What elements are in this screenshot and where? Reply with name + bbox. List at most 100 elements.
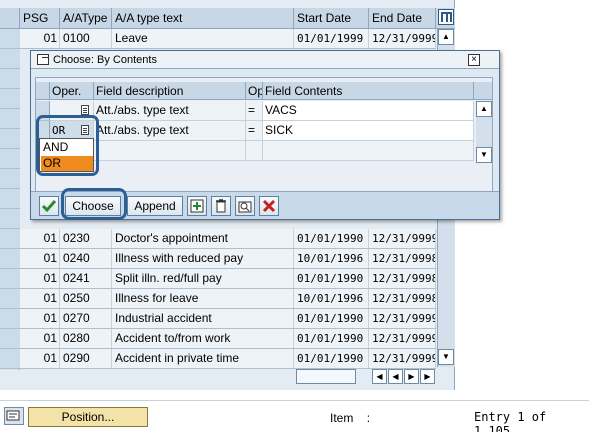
delete-icon[interactable] [211, 196, 231, 216]
scroll-right-icon[interactable]: ▶ [404, 369, 419, 384]
cell-end-date: 12/31/9999 [369, 329, 436, 348]
scroll-left-icon[interactable]: ◀ [388, 369, 403, 384]
field-contents-input[interactable]: SICK [263, 121, 474, 140]
dialog-window-icon [37, 54, 49, 65]
position-icon[interactable] [4, 407, 24, 425]
cell-psg: 01 [20, 329, 60, 348]
scroll-down-icon[interactable]: ▼ [476, 147, 492, 163]
cell-text: Accident in private time [112, 349, 294, 368]
cell-text: Illness with reduced pay [112, 249, 294, 268]
row-selector[interactable] [0, 309, 20, 329]
cell-text: Split illn. red/full pay [112, 269, 294, 288]
criteria-select-all[interactable] [36, 82, 50, 100]
highlight-choose-button [61, 188, 127, 220]
row-selector[interactable] [0, 289, 20, 309]
scroll-up-icon[interactable]: ▲ [438, 29, 454, 45]
cell-end-date: 12/31/9998 [369, 289, 436, 308]
col-header-end-date[interactable]: End Date [369, 8, 436, 29]
cell-start-date: 01/01/1990 [294, 309, 369, 328]
cell-psg: 01 [20, 289, 60, 308]
cell-type: 0100 [60, 29, 112, 48]
table-row[interactable]: 01 0241 Split illn. red/full pay 01/01/1… [20, 269, 436, 289]
cell-psg: 01 [20, 249, 60, 268]
cell-type: 0241 [60, 269, 112, 288]
cell-start-date: 01/01/1999 [294, 29, 369, 48]
table-settings-icon[interactable] [438, 9, 454, 25]
cell-psg: 01 [20, 29, 60, 48]
cell-start-date: 10/01/1996 [294, 249, 369, 268]
item-label-text: Item [330, 411, 354, 425]
cell-psg: 01 [20, 309, 60, 328]
cell-psg: 01 [20, 229, 60, 248]
table-header: PSG A/AType A/A type text Start Date End… [0, 8, 455, 29]
row-selector[interactable] [0, 269, 20, 289]
field-description-cell: Att./abs. type text [94, 101, 246, 120]
row-selector[interactable] [0, 229, 20, 249]
cell-type: 0280 [60, 329, 112, 348]
criteria-row-empty[interactable] [50, 141, 474, 161]
col-header-oper: Oper. [50, 82, 94, 100]
cell-type: 0290 [60, 349, 112, 368]
cell-end-date: 12/31/9998 [369, 269, 436, 288]
cell-text: Industrial accident [112, 309, 294, 328]
cell-text: Illness for leave [112, 289, 294, 308]
scroll-first-icon[interactable]: ◀ [372, 369, 387, 384]
op-cell: = [246, 101, 263, 120]
criteria-vertical-scrollbar[interactable]: ▲ ▼ [476, 101, 492, 163]
cell-text: Doctor's appointment [112, 229, 294, 248]
row-selector[interactable] [0, 29, 20, 49]
table-row[interactable]: 01 0240 Illness with reduced pay 10/01/1… [20, 249, 436, 269]
position-button[interactable]: Position... [28, 407, 148, 427]
entry-count: Entry 1 of 1,105 [474, 410, 547, 432]
scroll-last-icon[interactable]: ▶ [420, 369, 435, 384]
cell-start-date: 10/01/1996 [294, 289, 369, 308]
check-icon[interactable] [39, 196, 59, 216]
cell-start-date: 01/01/1990 [294, 329, 369, 348]
dialog-title: Choose: By Contents [53, 54, 157, 66]
cell-end-date: 12/31/9999 [369, 229, 436, 248]
horizontal-scroll-thumb[interactable] [296, 369, 356, 384]
table-row[interactable]: 01 0100 Leave 01/01/1999 12/31/9999 [20, 29, 436, 49]
row-selector[interactable] [0, 249, 20, 269]
cell-start-date: 01/01/1990 [294, 229, 369, 248]
select-all-header[interactable] [0, 8, 20, 29]
insert-row-icon[interactable] [187, 196, 207, 216]
col-header-field-contents: Field Contents [263, 82, 474, 100]
status-bar: Position... Item : Entry 1 of 1,105 [0, 400, 589, 432]
criteria-row[interactable]: OR Att./abs. type text = SICK [50, 121, 474, 141]
cell-start-date: 01/01/1990 [294, 269, 369, 288]
cell-type: 0240 [60, 249, 112, 268]
criteria-table-header: Oper. Field description Op Field Content… [36, 82, 492, 100]
search-help-icon[interactable] [235, 196, 255, 216]
cell-text: Leave [112, 29, 294, 48]
col-header-type[interactable]: A/AType [60, 8, 112, 29]
table-row[interactable]: 01 0280 Accident to/from work 01/01/1990… [20, 329, 436, 349]
cell-type: 0270 [60, 309, 112, 328]
table-row[interactable]: 01 0290 Accident in private time 01/01/1… [20, 349, 436, 369]
cell-psg: 01 [20, 269, 60, 288]
document-icon[interactable] [81, 105, 89, 115]
cell-psg: 01 [20, 349, 60, 368]
table-row[interactable]: 01 0230 Doctor's appointment 01/01/1990 … [20, 229, 436, 249]
col-header-psg[interactable]: PSG [20, 8, 60, 29]
criteria-row[interactable]: Att./abs. type text = VACS [50, 101, 474, 121]
field-contents-input[interactable]: VACS [263, 101, 474, 120]
table-row[interactable]: 01 0270 Industrial accident 01/01/1990 1… [20, 309, 436, 329]
cell-start-date: 01/01/1990 [294, 349, 369, 368]
col-header-start-date[interactable]: Start Date [294, 8, 369, 29]
append-button[interactable]: Append [127, 196, 183, 216]
table-horizontal-scrollbar[interactable]: ◀ ◀ ▶ ▶ [296, 369, 436, 384]
row-selector[interactable] [0, 329, 20, 349]
scroll-down-icon[interactable]: ▼ [438, 349, 454, 365]
cell-type: 0250 [60, 289, 112, 308]
col-header-field-description: Field description [94, 82, 246, 100]
op-cell: = [246, 121, 263, 140]
col-header-text[interactable]: A/A type text [112, 8, 294, 29]
scroll-up-icon[interactable]: ▲ [476, 101, 492, 117]
cell-end-date: 12/31/9998 [369, 249, 436, 268]
item-label: Item : [330, 411, 370, 425]
row-selector[interactable] [0, 349, 20, 369]
close-icon[interactable]: × [468, 54, 480, 66]
table-row[interactable]: 01 0250 Illness for leave 10/01/1996 12/… [20, 289, 436, 309]
cancel-icon[interactable] [259, 196, 279, 216]
